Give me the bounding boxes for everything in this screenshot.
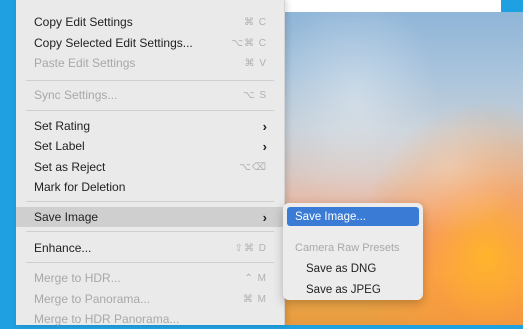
menu-item-label: Sync Settings... [34,88,118,102]
shortcut: ⇧⌘ D [234,242,267,254]
chevron-right-icon: › [262,138,267,154]
chevron-right-icon: › [262,118,267,134]
menu-item-sync-settings: Sync Settings... ⌥ S [16,85,284,105]
menu-separator [26,231,274,232]
menu-item-copy-edit-settings[interactable]: Copy Edit Settings ⌘ C [16,12,284,32]
menu-item-label: Merge to HDR... [34,271,121,285]
section-header-label: Camera Raw Presets [295,241,400,254]
menu-item-copy-selected-edit-settings[interactable]: Copy Selected Edit Settings... ⌥⌘ C [16,33,284,53]
shortcut: ⌘ V [244,57,267,69]
menu-item-label: Copy Edit Settings [34,15,133,29]
menu-item-label: Set as Reject [34,160,106,174]
shortcut: ⌥ S [243,89,267,101]
menu-item-enhance[interactable]: Enhance... ⇧⌘ D [16,238,284,258]
menu-item-label: Copy Selected Edit Settings... [34,36,193,50]
shortcut: ⌥⌫ [239,161,267,173]
submenu-item-save-image[interactable]: Save Image... [287,207,419,226]
menu-separator [26,262,274,263]
window-strip [283,0,501,12]
menu-item-merge-to-hdr: Merge to HDR... ⌃ M [16,268,284,288]
submenu-item-label: Save Image... [295,210,366,223]
menu-item-merge-to-panorama: Merge to Panorama... ⌘ M [16,289,284,309]
menu-item-mark-for-deletion[interactable]: Mark for Deletion [16,177,284,197]
menu-item-label: Mark for Deletion [34,180,126,194]
submenu-item-save-as-dng[interactable]: Save as DNG [287,259,419,278]
save-image-submenu: Save Image... Camera Raw Presets Save as… [283,203,423,300]
menu-item-label: Enhance... [34,241,92,255]
menu-item-label: Set Label [34,139,85,153]
menu-item-set-label[interactable]: Set Label › [16,136,284,156]
chevron-right-icon: › [262,209,267,225]
menu-separator [26,201,274,202]
submenu-item-label: Save as DNG [306,262,377,275]
menu-item-paste-edit-settings: Paste Edit Settings ⌘ V [16,53,284,73]
menu-item-label: Set Rating [34,119,91,133]
menu-item-label: Merge to HDR Panorama... [34,312,180,326]
submenu-item-save-as-jpeg[interactable]: Save as JPEG [287,280,419,299]
shortcut: ⌥⌘ C [231,37,267,49]
menu-item-set-rating[interactable]: Set Rating › [16,116,284,136]
shortcut: ⌘ M [242,293,267,305]
menu-separator [26,110,274,111]
menu-separator [26,80,274,81]
menu-item-merge-to-hdr-panorama: Merge to HDR Panorama... [16,309,284,329]
context-menu: Copy Edit Settings ⌘ C Copy Selected Edi… [16,0,285,326]
menu-item-set-as-reject[interactable]: Set as Reject ⌥⌫ [16,157,284,177]
submenu-item-label: Save as JPEG [306,283,381,296]
shortcut: ⌘ C [244,16,267,28]
shortcut: ⌃ M [244,272,267,284]
menu-item-label: Merge to Panorama... [34,292,151,306]
menu-item-save-image[interactable]: Save Image › [16,207,284,227]
menu-item-label: Paste Edit Settings [34,56,136,70]
menu-item-label: Save Image [34,210,99,224]
submenu-section-header: Camera Raw Presets [287,238,419,257]
